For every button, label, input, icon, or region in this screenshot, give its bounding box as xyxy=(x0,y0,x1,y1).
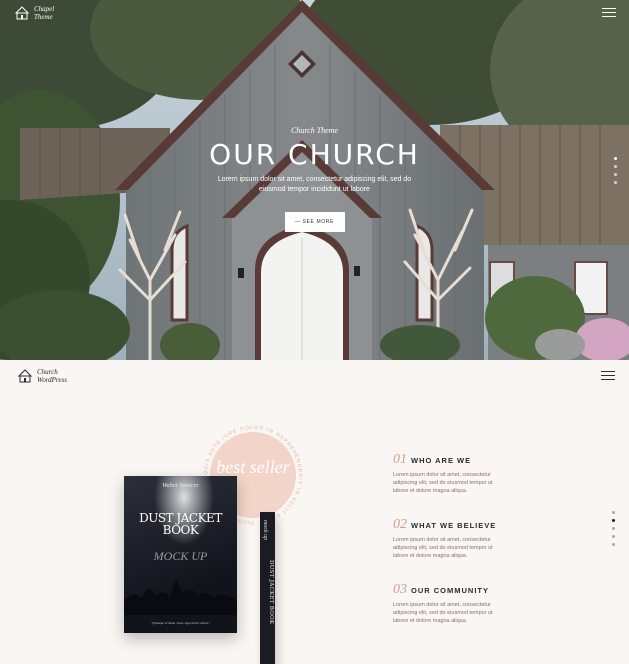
hero-subtitle: Church Theme xyxy=(290,126,339,135)
header-menu-icon[interactable] xyxy=(601,371,615,380)
feature-number: 01 xyxy=(393,452,407,467)
section-nav-dots xyxy=(612,511,615,546)
section-nav-dot[interactable] xyxy=(612,535,615,538)
chapel-logo-icon xyxy=(14,6,30,20)
feature-number: 03 xyxy=(393,582,407,597)
hero-title: OUR CHURCH xyxy=(209,138,420,171)
slider-dot[interactable] xyxy=(614,165,617,168)
book-mockup: QUIS AUTE IURE DOLOR IN REPREHENDERIT IN… xyxy=(110,425,350,664)
feature-item: 02 WHAT WE BELIEVE Lorem ipsum dolor sit… xyxy=(393,517,583,560)
book-author: Walter Spencer xyxy=(162,483,199,489)
section-nav-dot[interactable] xyxy=(612,543,615,546)
logo-text: Chapel Theme xyxy=(34,5,54,21)
book-blurb: "Quisque et diam risus, eget tortor dolo… xyxy=(150,621,211,625)
church-logo-icon xyxy=(17,369,33,383)
book-title: DUST JACKET BOOK xyxy=(139,511,222,537)
features-list: 01 WHO ARE WE Lorem ipsum dolor sit amet… xyxy=(393,452,583,647)
site-logo[interactable]: Chapel Theme xyxy=(14,5,54,21)
feature-number: 02 xyxy=(393,517,407,532)
badge-text: best seller xyxy=(216,457,290,477)
book-spine: mock up DUST JACKET BOOK xyxy=(260,512,275,664)
feature-title[interactable]: WHAT WE BELIEVE xyxy=(411,521,496,530)
logo-line-2: Theme xyxy=(34,13,53,21)
crowd-silhouette xyxy=(124,578,237,615)
about-section: QUIS AUTE IURE DOLOR IN REPREHENDERIT IN… xyxy=(0,392,629,664)
see-more-button[interactable]: — SEE MORE xyxy=(284,212,345,232)
spine-mark: mock up xyxy=(262,520,268,541)
slider-dot[interactable] xyxy=(614,173,617,176)
feature-text: Lorem ipsum dolor sit amet, consectetur … xyxy=(393,472,493,494)
hero-section: Chapel Theme Church Theme OUR CHURCH Lor… xyxy=(0,0,629,360)
feature-title[interactable]: WHO ARE WE xyxy=(411,456,471,465)
feature-item: 01 WHO ARE WE Lorem ipsum dolor sit amet… xyxy=(393,452,583,495)
hero-text-block: Church Theme OUR CHURCH Lorem ipsum dolo… xyxy=(0,126,629,232)
section-nav-dot[interactable] xyxy=(612,511,615,514)
section-nav-dot[interactable] xyxy=(612,519,615,522)
hero-description: Lorem ipsum dolor sit amet, consectetur … xyxy=(217,176,412,193)
slider-dot[interactable] xyxy=(614,181,617,184)
feature-text: Lorem ipsum dolor sit amet, consectetur … xyxy=(393,537,493,559)
header-logo[interactable]: Church WordPress xyxy=(17,368,67,384)
spine-title: DUST JACKET BOOK xyxy=(268,560,274,625)
menu-icon[interactable] xyxy=(602,8,616,17)
header-logo-text: Church WordPress xyxy=(37,368,67,384)
feature-text: Lorem ipsum dolor sit amet, consectetur … xyxy=(393,602,493,624)
logo-line-1: Chapel xyxy=(34,5,55,13)
hero-slider-dots xyxy=(614,157,617,184)
sticky-header: Church WordPress xyxy=(0,360,629,392)
feature-title[interactable]: OUR COMMUNITY xyxy=(411,586,489,595)
section-nav-dot[interactable] xyxy=(612,527,615,530)
slider-dot[interactable] xyxy=(614,157,617,160)
header-logo-line-1: Church xyxy=(37,368,58,376)
header-logo-line-2: WordPress xyxy=(37,376,67,384)
book-subtitle: MOCK UP xyxy=(153,549,208,563)
book-cover: Walter Spencer DUST JACKET BOOK MOCK UP … xyxy=(124,476,237,633)
feature-item: 03 OUR COMMUNITY Lorem ipsum dolor sit a… xyxy=(393,582,583,625)
